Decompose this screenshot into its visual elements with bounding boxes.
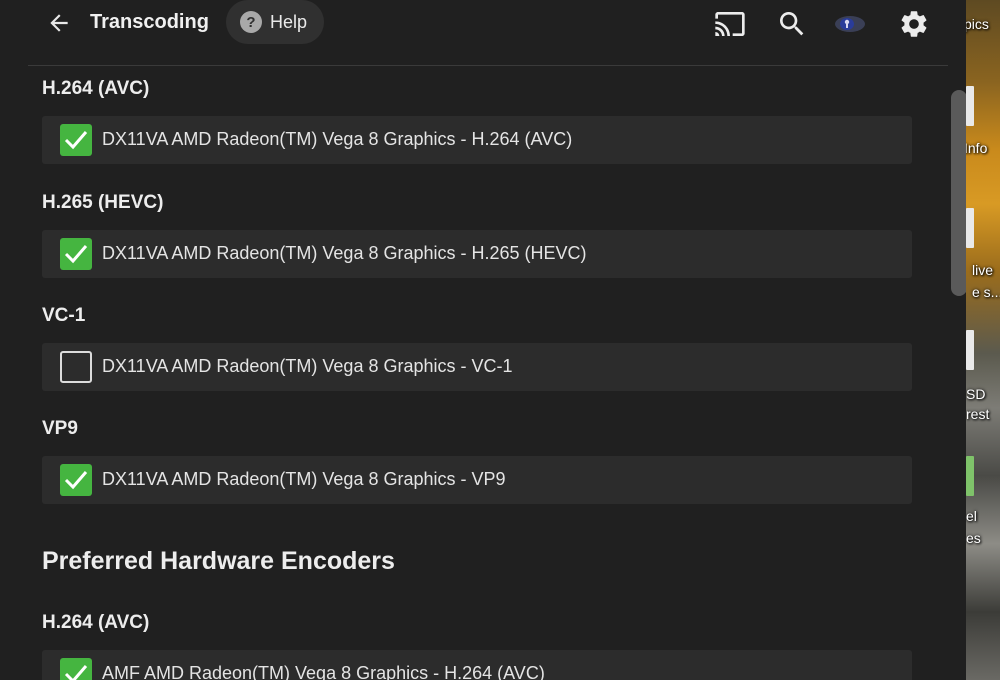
desktop-icon[interactable]	[966, 86, 974, 126]
checkbox-checked[interactable]	[60, 238, 92, 270]
desktop-icon-label[interactable]: SD	[966, 386, 985, 402]
option-label: DX11VA AMD Radeon(TM) Vega 8 Graphics - …	[102, 243, 587, 263]
settings-gear-icon[interactable]	[898, 8, 930, 40]
back-arrow-icon[interactable]	[46, 10, 72, 36]
option-label: DX11VA AMD Radeon(TM) Vega 8 Graphics - …	[102, 356, 513, 376]
desktop-icon[interactable]	[966, 330, 974, 370]
checkbox-checked[interactable]	[60, 658, 92, 680]
group-heading-vp9: VP9	[42, 418, 78, 439]
desktop-icon-label[interactable]: e s...	[972, 284, 1000, 300]
app-window: Transcoding ? Help H.264 (AVC) DX11VA AM…	[0, 0, 967, 680]
checkbox-unchecked[interactable]	[60, 351, 92, 383]
checkmark-icon	[64, 131, 88, 150]
group-heading-h264: H.264 (AVC)	[42, 78, 150, 99]
desktop-background: pics Info live e s... SD rest el es	[966, 0, 1000, 680]
app-header: Transcoding ? Help	[28, 0, 948, 66]
option-row-h264-decoder[interactable]: DX11VA AMD Radeon(TM) Vega 8 Graphics - …	[42, 116, 912, 164]
option-row-vc1-decoder[interactable]: DX11VA AMD Radeon(TM) Vega 8 Graphics - …	[42, 343, 912, 391]
checkbox-checked[interactable]	[60, 464, 92, 496]
section-title-encoders: Preferred Hardware Encoders	[42, 547, 395, 575]
desktop-icon[interactable]	[966, 208, 974, 248]
desktop-icon-label[interactable]: pics	[966, 16, 989, 32]
desktop-icon-label[interactable]: es	[966, 530, 981, 546]
checkmark-icon	[64, 245, 88, 264]
desktop-icon[interactable]	[966, 456, 974, 496]
cast-icon[interactable]	[714, 8, 746, 40]
option-row-h264-encoder[interactable]: AMF AMD Radeon(TM) Vega 8 Graphics - H.2…	[42, 650, 912, 680]
option-row-vp9-decoder[interactable]: DX11VA AMD Radeon(TM) Vega 8 Graphics - …	[42, 456, 912, 504]
help-label: Help	[270, 11, 308, 32]
desktop-icon-label[interactable]: Info	[966, 140, 987, 156]
help-icon: ?	[240, 11, 262, 33]
group-heading-h264-encoder: H.264 (AVC)	[42, 612, 150, 633]
search-icon[interactable]	[776, 8, 808, 40]
checkmark-icon	[64, 665, 88, 680]
user-avatar-icon[interactable]	[834, 8, 866, 40]
option-label: DX11VA AMD Radeon(TM) Vega 8 Graphics - …	[102, 469, 506, 489]
group-heading-h265: H.265 (HEVC)	[42, 192, 164, 213]
desktop-icon-label[interactable]: rest	[966, 406, 989, 422]
checkmark-icon	[64, 471, 88, 490]
help-button[interactable]: ? Help	[226, 0, 324, 44]
scrollbar-thumb[interactable]	[951, 90, 967, 296]
option-label: AMF AMD Radeon(TM) Vega 8 Graphics - H.2…	[102, 663, 545, 680]
checkbox-checked[interactable]	[60, 124, 92, 156]
option-row-h265-decoder[interactable]: DX11VA AMD Radeon(TM) Vega 8 Graphics - …	[42, 230, 912, 278]
option-label: DX11VA AMD Radeon(TM) Vega 8 Graphics - …	[102, 129, 573, 149]
group-heading-vc1: VC-1	[42, 305, 86, 326]
desktop-icon-label[interactable]: live	[972, 262, 993, 278]
desktop-icon-label[interactable]: el	[966, 508, 977, 524]
page-title: Transcoding	[90, 11, 209, 33]
